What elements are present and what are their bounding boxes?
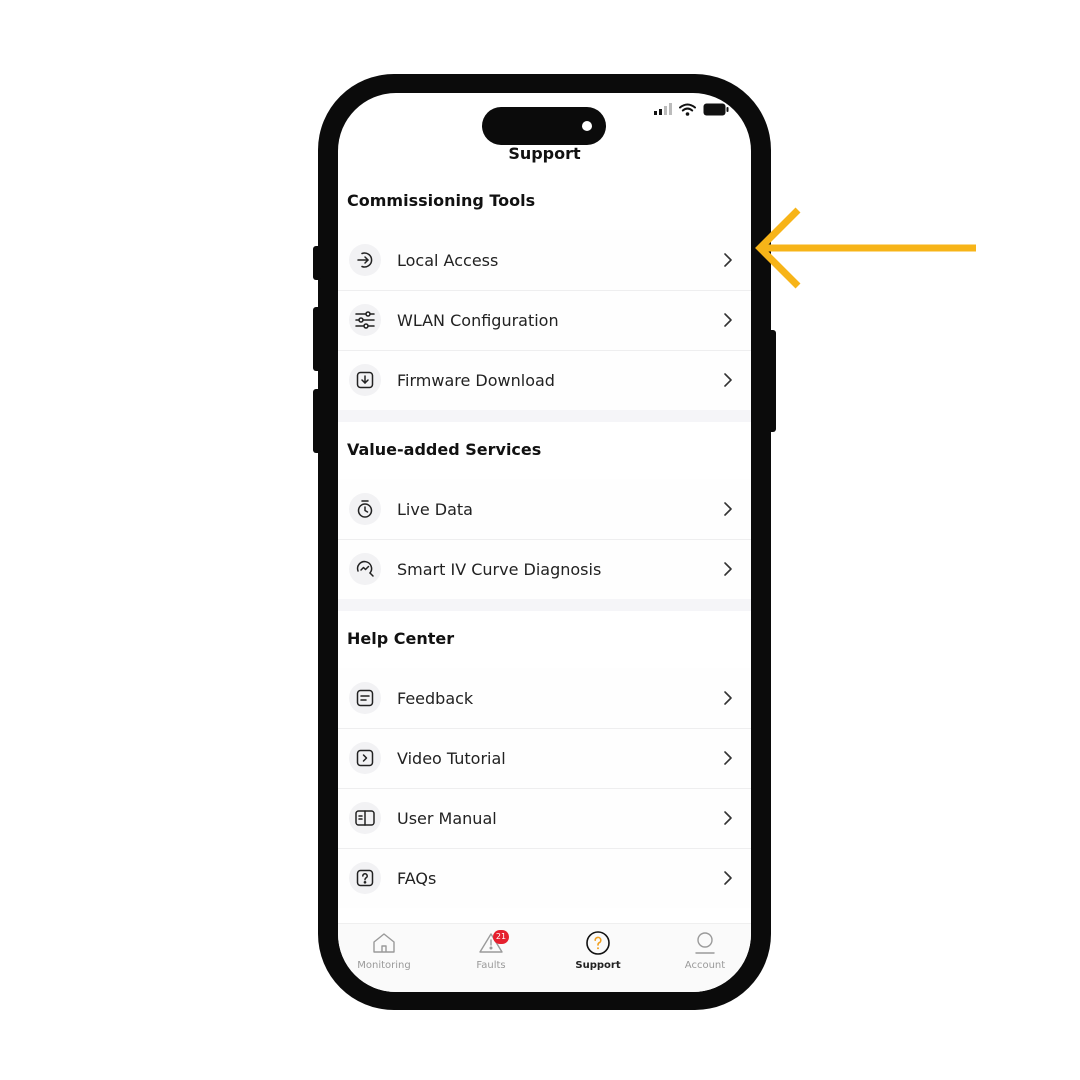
video-play-icon: [349, 742, 381, 774]
section-title-help-center: Help Center: [347, 629, 455, 648]
chevron-right-icon: [723, 501, 733, 517]
tab-label: Support: [575, 960, 621, 971]
volume-down-button: [313, 389, 321, 453]
chevron-right-icon: [723, 690, 733, 706]
chevron-right-icon: [723, 561, 733, 577]
support-menu: Commissioning Tools Local Access WLAN Co…: [338, 173, 751, 908]
menu-item-firmware-download[interactable]: Firmware Download: [338, 350, 751, 410]
cellular-signal-icon: [654, 103, 672, 115]
stopwatch-icon: [349, 493, 381, 525]
menu-item-faqs[interactable]: FAQs: [338, 848, 751, 908]
menu-item-label: Feedback: [397, 688, 474, 708]
menu-item-label: FAQs: [397, 868, 437, 888]
menu-item-local-access[interactable]: Local Access: [338, 230, 751, 290]
menu-item-user-manual[interactable]: User Manual: [338, 788, 751, 848]
wifi-icon: [679, 103, 696, 116]
tab-faults[interactable]: 21 Faults: [451, 928, 531, 971]
home-icon: [373, 933, 395, 953]
chevron-right-icon: [723, 750, 733, 766]
tab-monitoring[interactable]: Monitoring: [344, 928, 424, 971]
menu-item-label: Local Access: [397, 250, 499, 270]
status-bar: [654, 101, 729, 117]
book-icon: [349, 802, 381, 834]
chevron-right-icon: [723, 870, 733, 886]
chevron-right-icon: [723, 252, 733, 268]
curve-search-icon: [349, 553, 381, 585]
volume-up-button: [313, 307, 321, 371]
bottom-tab-bar: Monitoring 21 Faults Support Account: [338, 923, 751, 992]
section-title-commissioning-tools: Commissioning Tools: [347, 191, 536, 210]
fault-count-badge: 21: [493, 930, 509, 944]
camera-dot: [582, 121, 592, 131]
chevron-right-icon: [723, 312, 733, 328]
menu-item-label: User Manual: [397, 808, 497, 828]
faq-question-icon: [349, 862, 381, 894]
section-divider: [338, 599, 751, 611]
download-box-icon: [349, 364, 381, 396]
menu-item-video-tutorial[interactable]: Video Tutorial: [338, 728, 751, 788]
menu-item-wlan-configuration[interactable]: WLAN Configuration: [338, 290, 751, 350]
user-icon: [695, 932, 715, 954]
menu-item-label: Live Data: [397, 499, 473, 519]
section-divider: [338, 410, 751, 422]
menu-item-smart-iv-curve-diagnosis[interactable]: Smart IV Curve Diagnosis: [338, 539, 751, 599]
power-button: [768, 330, 776, 432]
tab-label: Account: [684, 960, 726, 971]
tab-label: Faults: [476, 960, 506, 971]
chevron-right-icon: [723, 372, 733, 388]
menu-item-label: WLAN Configuration: [397, 310, 559, 330]
login-arrow-icon: [349, 244, 381, 276]
menu-item-label: Firmware Download: [397, 370, 555, 390]
dynamic-island: [482, 107, 606, 145]
battery-icon: [703, 103, 729, 115]
chevron-right-icon: [723, 810, 733, 826]
tab-support[interactable]: Support: [558, 928, 638, 971]
section-title-value-added-services: Value-added Services: [347, 440, 542, 459]
annotation-arrow-icon: [755, 207, 976, 289]
page-title: Support: [508, 144, 581, 163]
menu-item-live-data[interactable]: Live Data: [338, 479, 751, 539]
feedback-note-icon: [349, 682, 381, 714]
help-circle-icon: [586, 931, 610, 955]
menu-item-feedback[interactable]: Feedback: [338, 668, 751, 728]
tab-account[interactable]: Account: [665, 928, 745, 971]
menu-item-label: Video Tutorial: [397, 748, 506, 768]
app-screen: Support Commissioning Tools Local Access…: [338, 93, 751, 992]
tab-label: Monitoring: [357, 960, 411, 971]
action-button: [313, 246, 321, 280]
menu-item-label: Smart IV Curve Diagnosis: [397, 559, 602, 579]
sliders-icon: [349, 304, 381, 336]
